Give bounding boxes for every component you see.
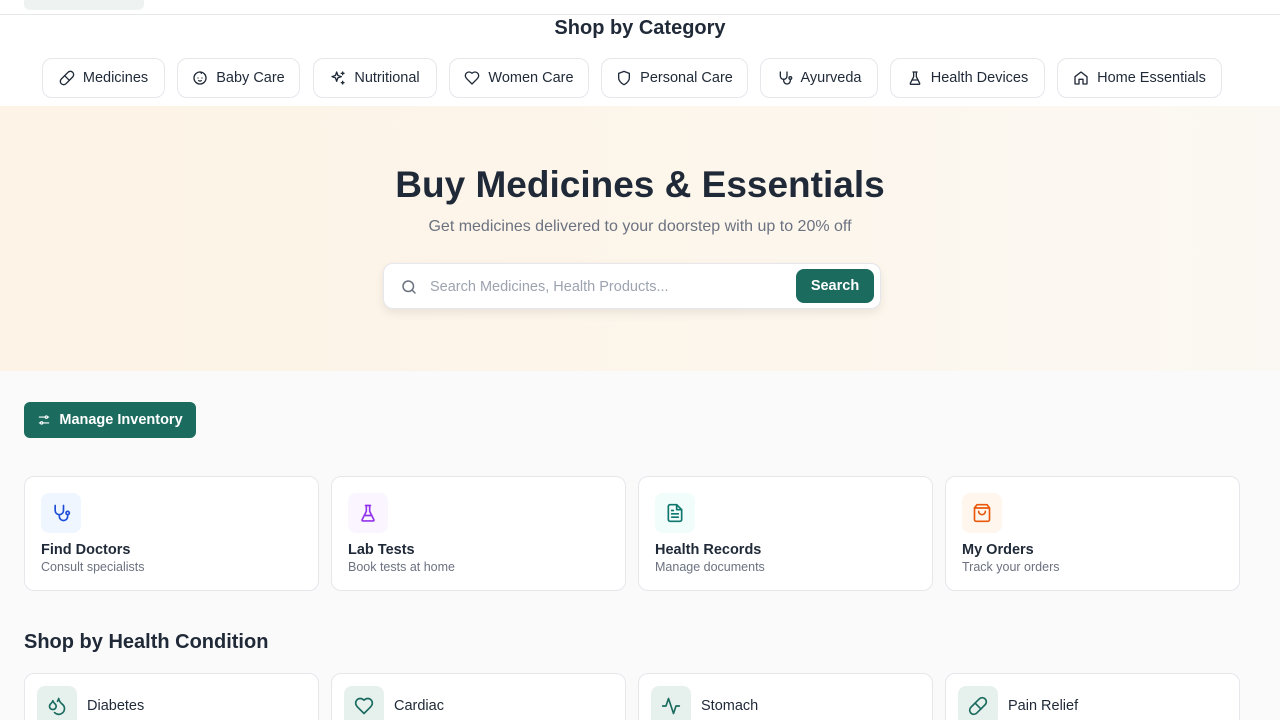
category-chip-medicines[interactable]: Medicines <box>42 58 165 98</box>
hero-banner: Buy Medicines & Essentials Get medicines… <box>0 106 1280 371</box>
condition-section-title: Shop by Health Condition <box>24 631 269 653</box>
search-input[interactable] <box>430 276 770 298</box>
sliders-icon <box>39 415 50 425</box>
category-chip-label: Home Essentials <box>1097 70 1206 86</box>
search-icon <box>400 278 418 296</box>
service-card-find-doctors[interactable]: Find Doctors Consult specialists <box>24 476 319 591</box>
condition-label: Cardiac <box>394 698 444 714</box>
pill-icon <box>968 696 988 716</box>
home-icon <box>1074 71 1088 85</box>
service-icon-box <box>348 493 388 533</box>
service-subtitle: Manage documents <box>655 560 765 574</box>
category-chip-label: Ayurveda <box>800 70 862 86</box>
condition-label: Stomach <box>701 698 759 714</box>
activity-icon <box>661 697 681 715</box>
category-chip-home-essentials[interactable]: Home Essentials <box>1057 58 1222 98</box>
service-subtitle: Track your orders <box>962 560 1060 574</box>
service-title: My Orders <box>962 542 1034 558</box>
category-chip-label: Nutritional <box>354 70 420 86</box>
condition-card-pain-relief[interactable]: Pain Relief <box>945 673 1240 720</box>
manage-inventory-label: Manage Inventory <box>59 412 183 428</box>
service-title: Health Records <box>655 542 762 558</box>
shield-icon <box>618 70 631 86</box>
service-card-my-orders[interactable]: My Orders Track your orders <box>945 476 1240 591</box>
top-bar-pill[interactable] <box>24 0 144 10</box>
droplets-icon <box>48 697 66 716</box>
category-chip-label: Women Care <box>488 70 574 86</box>
condition-icon-box <box>37 686 77 720</box>
condition-card-stomach[interactable]: Stomach <box>638 673 933 720</box>
category-chip-label: Personal Care <box>640 70 733 86</box>
category-chip-baby-care[interactable]: Baby Care <box>177 58 300 98</box>
stethoscope-icon <box>54 504 71 522</box>
flask-icon <box>361 504 375 522</box>
condition-icon-box <box>651 686 691 720</box>
condition-card-diabetes[interactable]: Diabetes <box>24 673 319 720</box>
condition-label: Pain Relief <box>1008 698 1079 714</box>
heart-icon <box>465 71 480 85</box>
condition-label: Diabetes <box>87 698 145 714</box>
category-chip-label: Health Devices <box>930 70 1029 86</box>
category-title: Shop by Category <box>554 17 726 39</box>
pill-icon <box>59 70 75 86</box>
service-card-lab-tests[interactable]: Lab Tests Book tests at home <box>331 476 626 591</box>
service-subtitle: Book tests at home <box>348 560 456 574</box>
heart-icon <box>354 697 374 715</box>
category-chip-health-devices[interactable]: Health Devices <box>890 58 1045 98</box>
stethoscope-icon <box>779 71 792 85</box>
flask-icon <box>909 71 921 85</box>
category-section: Shop by Category Medicines Baby Care Nut… <box>0 15 1280 106</box>
service-icon-box <box>655 493 695 533</box>
category-chip-label: Medicines <box>82 70 149 86</box>
baby-icon <box>193 71 207 85</box>
shopping-bag-icon <box>973 503 991 523</box>
service-title: Find Doctors <box>41 542 131 558</box>
condition-card-cardiac[interactable]: Cardiac <box>331 673 626 720</box>
category-chip-ayurveda[interactable]: Ayurveda <box>760 58 878 98</box>
sparkles-icon <box>331 71 346 85</box>
service-card-health-records[interactable]: Health Records Manage documents <box>638 476 933 591</box>
file-text-icon <box>667 503 683 523</box>
category-chip-nutritional[interactable]: Nutritional <box>313 58 437 98</box>
category-chip-label: Baby Care <box>216 70 285 86</box>
condition-icon-box <box>958 686 998 720</box>
manage-inventory-button[interactable]: Manage Inventory <box>24 402 196 438</box>
service-title: Lab Tests <box>348 542 415 558</box>
condition-icon-box <box>344 686 384 720</box>
search-bar: Search <box>383 263 881 309</box>
search-button[interactable]: Search <box>796 269 874 303</box>
service-icon-box <box>41 493 81 533</box>
hero-title: Buy Medicines & Essentials <box>395 164 885 205</box>
category-chip-personal-care[interactable]: Personal Care <box>601 58 748 98</box>
service-subtitle: Consult specialists <box>41 560 145 574</box>
service-icon-box <box>962 493 1002 533</box>
top-bar <box>0 0 1280 15</box>
category-chip-women-care[interactable]: Women Care <box>449 58 589 98</box>
hero-subtitle: Get medicines delivered to your doorstep… <box>428 218 852 235</box>
